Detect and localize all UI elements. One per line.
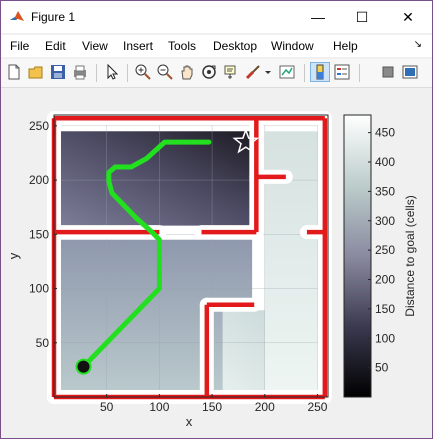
pan-icon[interactable]	[178, 63, 196, 81]
zoom-in-icon[interactable]	[134, 63, 152, 81]
colorbar-tick-label: 350	[375, 184, 395, 198]
toolbar-separator	[127, 64, 128, 82]
x-tick-label: 100	[149, 400, 169, 414]
pointer-icon[interactable]	[103, 63, 121, 81]
menu-file[interactable]: File	[10, 39, 29, 53]
title-bar[interactable]: Figure 1 — ☐ ✕	[1, 1, 432, 33]
y-tick-label: 50	[36, 336, 50, 350]
menu-window[interactable]: Window	[271, 39, 314, 53]
maximize-button[interactable]: ☐	[339, 1, 385, 33]
colorbar-tick-label: 150	[375, 302, 395, 316]
save-icon[interactable]	[49, 63, 67, 81]
link-plot-icon[interactable]	[278, 63, 296, 81]
menu-bar: File Edit View Insert Tools Desktop Wind…	[1, 35, 432, 57]
data-cursor-icon[interactable]	[222, 63, 240, 81]
new-figure-icon[interactable]	[5, 63, 23, 81]
figure-toolbar	[1, 59, 432, 88]
x-tick-label: 150	[202, 400, 222, 414]
colorbar	[343, 114, 372, 398]
close-button[interactable]: ✕	[385, 1, 431, 33]
colorbar-tick-label: 400	[375, 155, 395, 169]
y-tick-label: 250	[29, 119, 49, 133]
window-title: Figure 1	[31, 10, 76, 24]
zoom-out-icon[interactable]	[156, 63, 174, 81]
figure-window: Figure 1 — ☐ ✕ File Edit View Insert Too…	[0, 0, 433, 439]
matlab-logo-icon	[10, 11, 24, 21]
colorbar-tick-label: 250	[375, 243, 395, 257]
menu-view[interactable]: View	[82, 39, 108, 53]
colorbar-tick-label: 300	[375, 214, 395, 228]
menu-insert[interactable]: Insert	[123, 39, 153, 53]
colorbar-icon[interactable]	[310, 62, 330, 82]
brush-icon[interactable]	[244, 63, 262, 81]
plot-svg: 50 50 100 100 150 150 200 200 250 250 x y 50 100 150 20…	[6, 111, 417, 429]
menu-help[interactable]: Help	[333, 39, 358, 53]
colorbar-label: Distance to goal (cells)	[403, 195, 417, 316]
toolbar-separator	[96, 64, 97, 82]
open-file-icon[interactable]	[27, 63, 45, 81]
toolbar-separator	[304, 64, 305, 82]
brush-dropdown-icon[interactable]	[262, 63, 274, 81]
y-tick-label: 100	[29, 282, 49, 296]
x-tick-label: 50	[100, 400, 114, 414]
menu-desktop[interactable]: Desktop	[213, 39, 257, 53]
minimize-button[interactable]: —	[295, 1, 341, 33]
distance-field-top-room	[60, 131, 255, 226]
colorbar-tick-label: 100	[375, 331, 395, 345]
menu-tools[interactable]: Tools	[168, 39, 196, 53]
menu-edit[interactable]: Edit	[45, 39, 66, 53]
figure-canvas[interactable]: 50 50 100 100 150 150 200 200 250 250 x y 50 100 150 20…	[1, 88, 432, 438]
colorbar-tick-label: 200	[375, 273, 395, 287]
y-tick-label: 200	[29, 173, 49, 187]
toolbar-overflow-icon[interactable]: ↘	[414, 39, 422, 50]
legend-icon[interactable]	[333, 63, 351, 81]
toolbar-separator	[359, 64, 360, 82]
colorbar-tick-label: 450	[375, 126, 395, 140]
hide-plot-tools-icon[interactable]	[379, 63, 397, 81]
print-icon[interactable]	[71, 63, 89, 81]
colorbar-tick-label: 50	[375, 361, 389, 375]
y-axis-label: y	[6, 252, 21, 259]
show-plot-tools-icon[interactable]	[401, 63, 419, 81]
x-axis-label: x	[186, 414, 193, 429]
x-tick-label: 200	[255, 400, 275, 414]
x-tick-label: 250	[307, 400, 327, 414]
rotate-3d-icon[interactable]	[200, 63, 218, 81]
start-marker	[75, 358, 92, 375]
y-tick-label: 150	[29, 227, 49, 241]
